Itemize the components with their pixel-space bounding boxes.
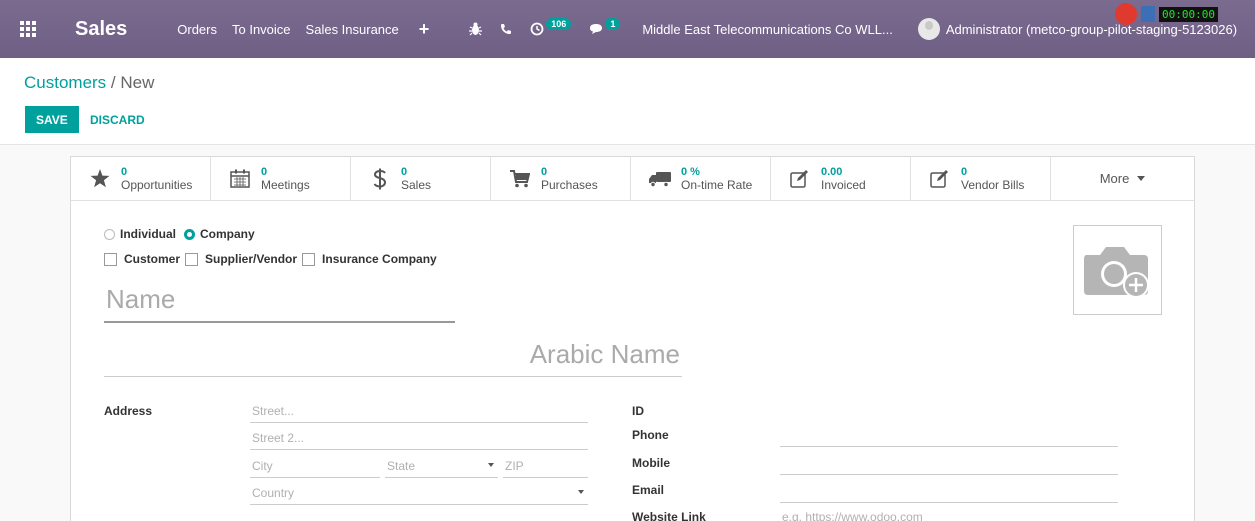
pause-icon[interactable] — [1141, 6, 1155, 22]
menu-sales-insurance[interactable]: Sales Insurance — [306, 22, 399, 37]
sales-count: 0 — [401, 165, 408, 178]
user-avatar[interactable] — [917, 18, 940, 40]
discard-button[interactable]: DISCARD — [90, 106, 145, 133]
customer-checkbox-label[interactable]: Customer — [124, 252, 180, 266]
phone-icon[interactable] — [500, 23, 512, 35]
breadcrumb-separator: / — [110, 73, 116, 92]
id-label: ID — [632, 404, 644, 418]
email-input[interactable] — [780, 481, 1118, 503]
star-icon — [87, 169, 113, 188]
dropdown-arrow-icon — [578, 490, 584, 494]
smart-buttons: 0 Opportunities 0 Meetings 0 Sales 0 Purchas… — [71, 157, 1194, 201]
plus-icon[interactable]: + — [419, 19, 430, 40]
purchases-label: Purchases — [541, 177, 598, 192]
meetings-count: 0 — [261, 165, 268, 178]
website-input[interactable]: e.g. https://www.odoo.com — [780, 506, 1118, 521]
opportunities-label: Opportunities — [121, 177, 193, 192]
opportunities-count: 0 — [121, 165, 128, 178]
zip-input[interactable]: ZIP — [503, 454, 588, 478]
caret-down-icon — [1137, 176, 1146, 181]
apps-menu-icon[interactable] — [20, 21, 50, 37]
company-type-radio: Individual Company — [104, 227, 263, 241]
state-placeholder: State — [387, 458, 416, 473]
edit-icon — [927, 169, 953, 188]
vendor-bills-button[interactable]: 0 Vendor Bills — [911, 157, 1051, 200]
partner-role-checks: Customer Supplier/Vendor Insurance Compa… — [104, 252, 442, 266]
bug-icon[interactable] — [469, 22, 483, 36]
website-label: Website Link — [632, 510, 706, 521]
street2-input[interactable]: Street 2... — [250, 426, 588, 450]
customer-checkbox[interactable] — [104, 252, 117, 266]
state-select[interactable]: State — [385, 454, 498, 478]
invoiced-label: Invoiced — [821, 177, 866, 192]
recorder-overlay: 00:00:00 — [1115, 0, 1255, 28]
country-placeholder: Country — [252, 485, 295, 500]
edit-icon — [787, 169, 813, 188]
supplier-checkbox-label[interactable]: Supplier/Vendor — [205, 252, 297, 266]
app-name[interactable]: Sales — [75, 18, 127, 41]
breadcrumb-customers[interactable]: Customers — [24, 73, 106, 92]
form-sheet: 0 Opportunities 0 Meetings 0 Sales 0 Purchas… — [70, 156, 1195, 521]
insurance-company-checkbox-label[interactable]: Insurance Company — [322, 252, 437, 266]
sales-button[interactable]: 0 Sales — [351, 157, 491, 200]
activity-icon[interactable]: 106 — [530, 18, 572, 36]
radio-individual[interactable] — [104, 228, 115, 240]
more-label: More — [1099, 171, 1130, 186]
mobile-label: Mobile — [632, 456, 670, 470]
radio-individual-label[interactable]: Individual — [120, 227, 176, 241]
calendar-icon — [227, 169, 253, 188]
insurance-company-checkbox[interactable] — [302, 252, 316, 266]
company-switcher[interactable]: Middle East Telecommunications Co WLL... — [642, 22, 892, 37]
on-time-rate-label: On-time Rate — [681, 177, 753, 192]
mobile-input[interactable] — [780, 453, 1118, 475]
image-upload[interactable] — [1073, 225, 1162, 315]
recorder-timer: 00:00:00 — [1159, 6, 1218, 22]
purchases-count: 0 — [541, 165, 548, 178]
phone-input[interactable] — [780, 425, 1118, 447]
meetings-label: Meetings — [261, 177, 310, 192]
radio-company-label[interactable]: Company — [200, 227, 255, 241]
dollar-icon — [367, 168, 393, 190]
invoiced-amount: 0.00 — [821, 165, 843, 178]
meetings-button[interactable]: 0 Meetings — [211, 157, 351, 200]
vendor-bills-count: 0 — [961, 165, 968, 178]
name-input[interactable]: Name — [104, 279, 455, 323]
city-input[interactable]: City — [250, 454, 380, 478]
sales-label: Sales — [401, 177, 432, 192]
on-time-rate-value: 0 % — [681, 165, 700, 178]
menu-orders[interactable]: Orders — [177, 22, 217, 37]
more-button[interactable]: More — [1051, 157, 1194, 200]
invoiced-button[interactable]: 0.00 Invoiced — [771, 157, 911, 200]
breadcrumb: Customers / New — [24, 73, 154, 93]
dropdown-arrow-icon — [488, 463, 494, 467]
on-time-rate-button[interactable]: 0 % On-time Rate — [631, 157, 771, 200]
radio-company[interactable] — [184, 228, 196, 240]
arabic-name-input[interactable]: Arabic Name — [104, 335, 682, 377]
save-button[interactable]: SAVE — [25, 106, 79, 133]
menu-to-invoice[interactable]: To Invoice — [232, 22, 291, 37]
activity-count-badge: 106 — [546, 18, 572, 30]
phone-label: Phone — [632, 428, 669, 442]
vendor-bills-label: Vendor Bills — [961, 177, 1025, 192]
country-select[interactable]: Country — [250, 481, 588, 505]
email-label: Email — [632, 483, 665, 497]
breadcrumb-current: New — [120, 73, 155, 92]
address-label: Address — [104, 404, 153, 418]
truck-icon — [647, 171, 673, 187]
opportunities-button[interactable]: 0 Opportunities — [71, 157, 211, 200]
record-icon[interactable] — [1115, 3, 1137, 25]
cart-icon — [507, 169, 533, 188]
message-count-badge: 1 — [605, 18, 621, 30]
messages-icon[interactable]: 1 — [589, 18, 621, 35]
camera-plus-icon — [1083, 247, 1149, 298]
top-navbar: Sales Orders To Invoice Sales Insurance … — [0, 0, 1255, 58]
street-input[interactable]: Street... — [250, 399, 588, 423]
purchases-button[interactable]: 0 Purchases — [491, 157, 631, 200]
supplier-checkbox[interactable] — [185, 252, 199, 266]
